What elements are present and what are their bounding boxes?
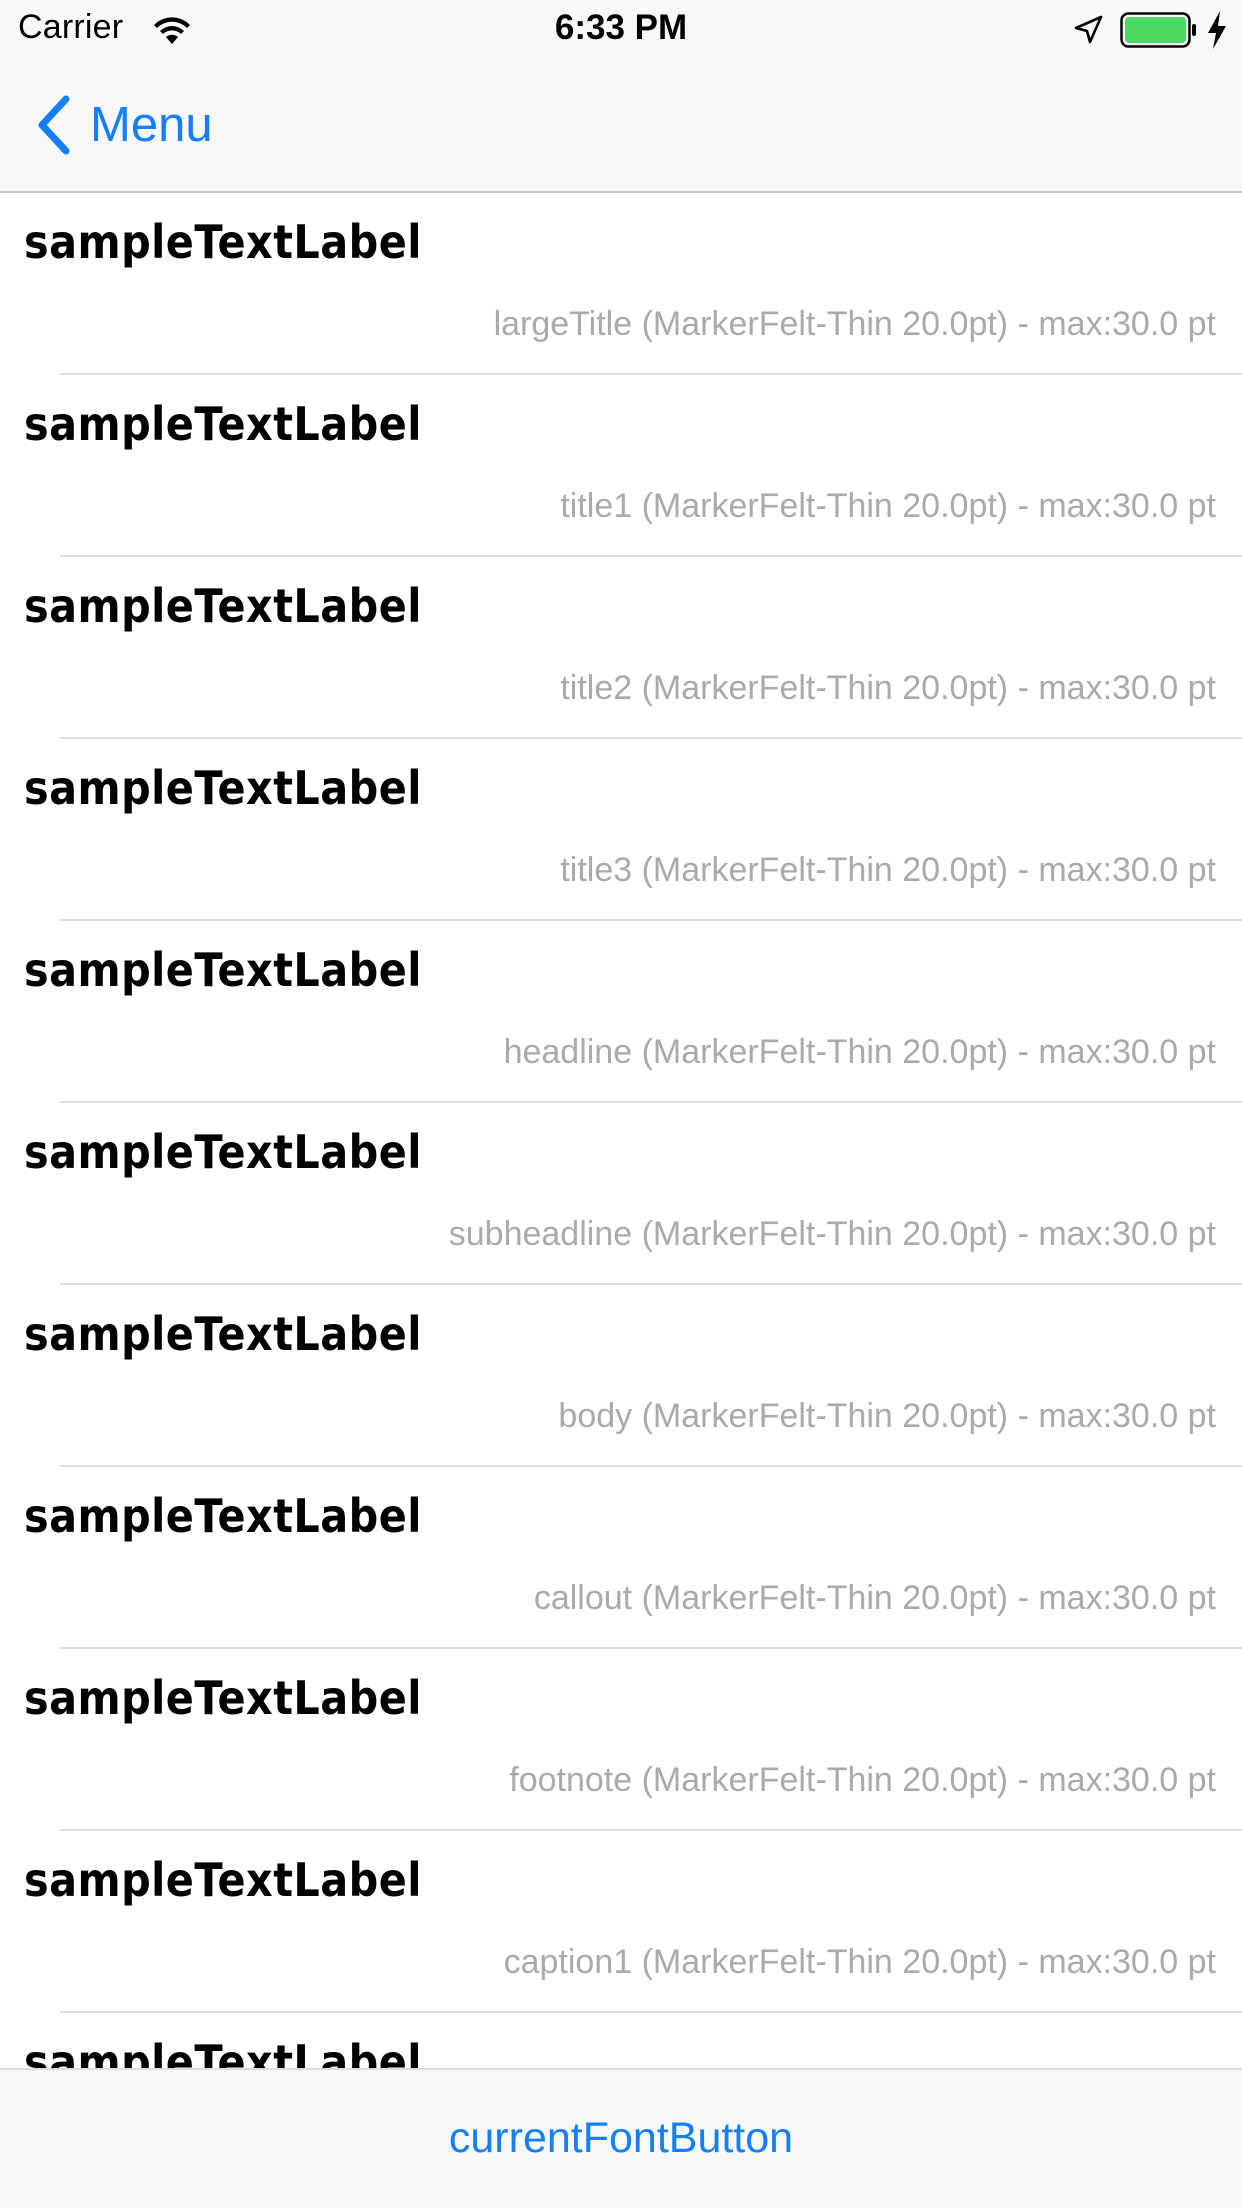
list-item[interactable]: sampleTextLabel <box>0 2013 1242 2068</box>
list-item[interactable]: sampleTextLabel body (MarkerFelt-Thin 20.… <box>0 1285 1242 1467</box>
status-bar: Carrier 6:33 PM <box>0 0 1242 60</box>
sample-text-label: sampleTextLabel <box>24 1489 422 1543</box>
current-font-button[interactable]: currentFontButton <box>0 2114 1242 2163</box>
sample-text-label: sampleTextLabel <box>24 579 422 633</box>
list-item[interactable]: sampleTextLabel subheadline (MarkerFelt-T… <box>0 1103 1242 1285</box>
status-time: 6:33 PM <box>554 8 688 47</box>
list-item[interactable]: sampleTextLabel title1 (MarkerFelt-Thin 2… <box>0 375 1242 557</box>
font-detail-label: caption1 (MarkerFelt-Thin 20.0pt) - max:… <box>503 1943 1216 1981</box>
sample-text-label: sampleTextLabel <box>24 1125 422 1179</box>
sample-text-label: sampleTextLabel <box>24 2035 422 2068</box>
font-detail-label: title1 (MarkerFelt-Thin 20.0pt) - max:30… <box>560 487 1216 525</box>
font-detail-label: largeTitle (MarkerFelt-Thin 20.0pt) - ma… <box>493 305 1216 343</box>
font-detail-label: footnote (MarkerFelt-Thin 20.0pt) - max:… <box>509 1761 1216 1799</box>
chevron-left-icon <box>38 95 70 155</box>
list-item[interactable]: sampleTextLabel caption1 (MarkerFelt-Thin… <box>0 1831 1242 2013</box>
sample-text-label: sampleTextLabel <box>24 1853 422 1907</box>
list-item[interactable]: sampleTextLabel largeTitle (MarkerFelt-Th… <box>0 193 1242 375</box>
sample-text-label: sampleTextLabel <box>24 397 422 451</box>
sample-text-label: sampleTextLabel <box>24 215 422 269</box>
battery-icon <box>1120 12 1196 48</box>
font-detail-label: title3 (MarkerFelt-Thin 20.0pt) - max:30… <box>560 851 1216 889</box>
sample-text-label: sampleTextLabel <box>24 943 422 997</box>
font-style-list[interactable]: sampleTextLabel largeTitle (MarkerFelt-Th… <box>0 193 1242 2068</box>
font-detail-label: body (MarkerFelt-Thin 20.0pt) - max:30.0… <box>558 1397 1216 1435</box>
bottom-toolbar: currentFontButton <box>0 2068 1242 2208</box>
font-detail-label: callout (MarkerFelt-Thin 20.0pt) - max:3… <box>533 1579 1216 1617</box>
list-item[interactable]: sampleTextLabel title2 (MarkerFelt-Thin 2… <box>0 557 1242 739</box>
screen: Carrier 6:33 PM Menu sampleTextLabel larg… <box>0 0 1242 2208</box>
location-icon <box>1074 15 1103 44</box>
sample-text-label: sampleTextLabel <box>24 1671 422 1725</box>
back-button-label: Menu <box>90 98 213 152</box>
list-item[interactable]: sampleTextLabel callout (MarkerFelt-Thin … <box>0 1467 1242 1649</box>
navigation-bar: Menu <box>0 60 1242 193</box>
font-detail-label: headline (MarkerFelt-Thin 20.0pt) - max:… <box>503 1033 1216 1071</box>
sample-text-label: sampleTextLabel <box>24 761 422 815</box>
list-item[interactable]: sampleTextLabel footnote (MarkerFelt-Thin… <box>0 1649 1242 1831</box>
battery-fill <box>1125 17 1186 43</box>
back-button[interactable]: Menu <box>34 90 213 160</box>
list-item[interactable]: sampleTextLabel headline (MarkerFelt-Thin… <box>0 921 1242 1103</box>
list-item[interactable]: sampleTextLabel title3 (MarkerFelt-Thin 2… <box>0 739 1242 921</box>
sample-text-label: sampleTextLabel <box>24 1307 422 1361</box>
charging-icon <box>1208 11 1226 49</box>
font-detail-label: title2 (MarkerFelt-Thin 20.0pt) - max:30… <box>560 669 1216 707</box>
font-detail-label: subheadline (MarkerFelt-Thin 20.0pt) - m… <box>448 1215 1216 1253</box>
